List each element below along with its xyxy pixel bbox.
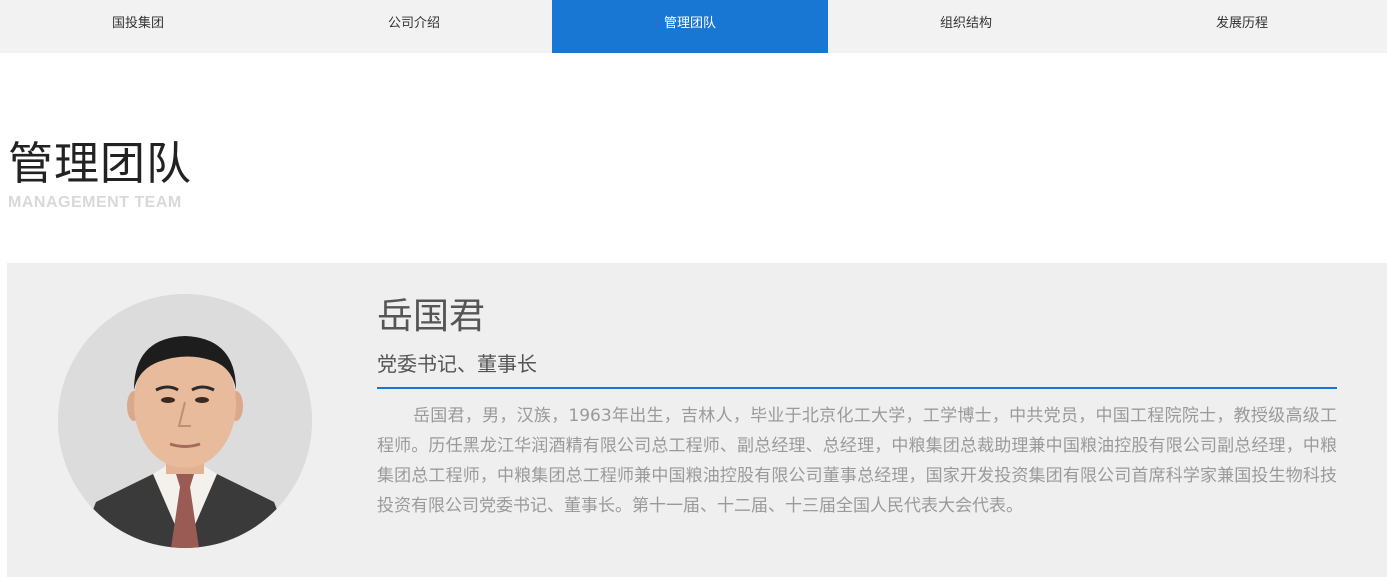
- section-heading: 管理团队 MANAGEMENT TEAM: [8, 134, 192, 212]
- nav-item-history[interactable]: 发展历程: [1104, 0, 1380, 53]
- portrait-image: [58, 294, 312, 548]
- page-title: 管理团队: [8, 137, 193, 190]
- nav-item-company-intro[interactable]: 公司介绍: [276, 0, 552, 53]
- avatar: [58, 294, 312, 548]
- page-subtitle: MANAGEMENT TEAM: [8, 194, 182, 211]
- person-position: 党委书记、董事长: [377, 352, 537, 376]
- title-divider: [377, 387, 1337, 389]
- person-bio: 岳国君，男，汉族，1963年出生，吉林人，毕业于北京化工大学，工学博士，中共党员…: [377, 406, 1337, 516]
- profile-card: 岳国君 党委书记、董事长 岳国君，男，汉族，1963年出生，吉林人，毕业于北京化…: [7, 263, 1387, 577]
- nav-item-group[interactable]: 国投集团: [0, 0, 276, 53]
- nav-item-org-structure[interactable]: 组织结构: [828, 0, 1104, 53]
- top-nav: 国投集团 公司介绍 管理团队 组织结构 发展历程: [0, 0, 1387, 53]
- person-name: 岳国君: [377, 296, 486, 337]
- nav-item-management-team[interactable]: 管理团队: [552, 0, 828, 53]
